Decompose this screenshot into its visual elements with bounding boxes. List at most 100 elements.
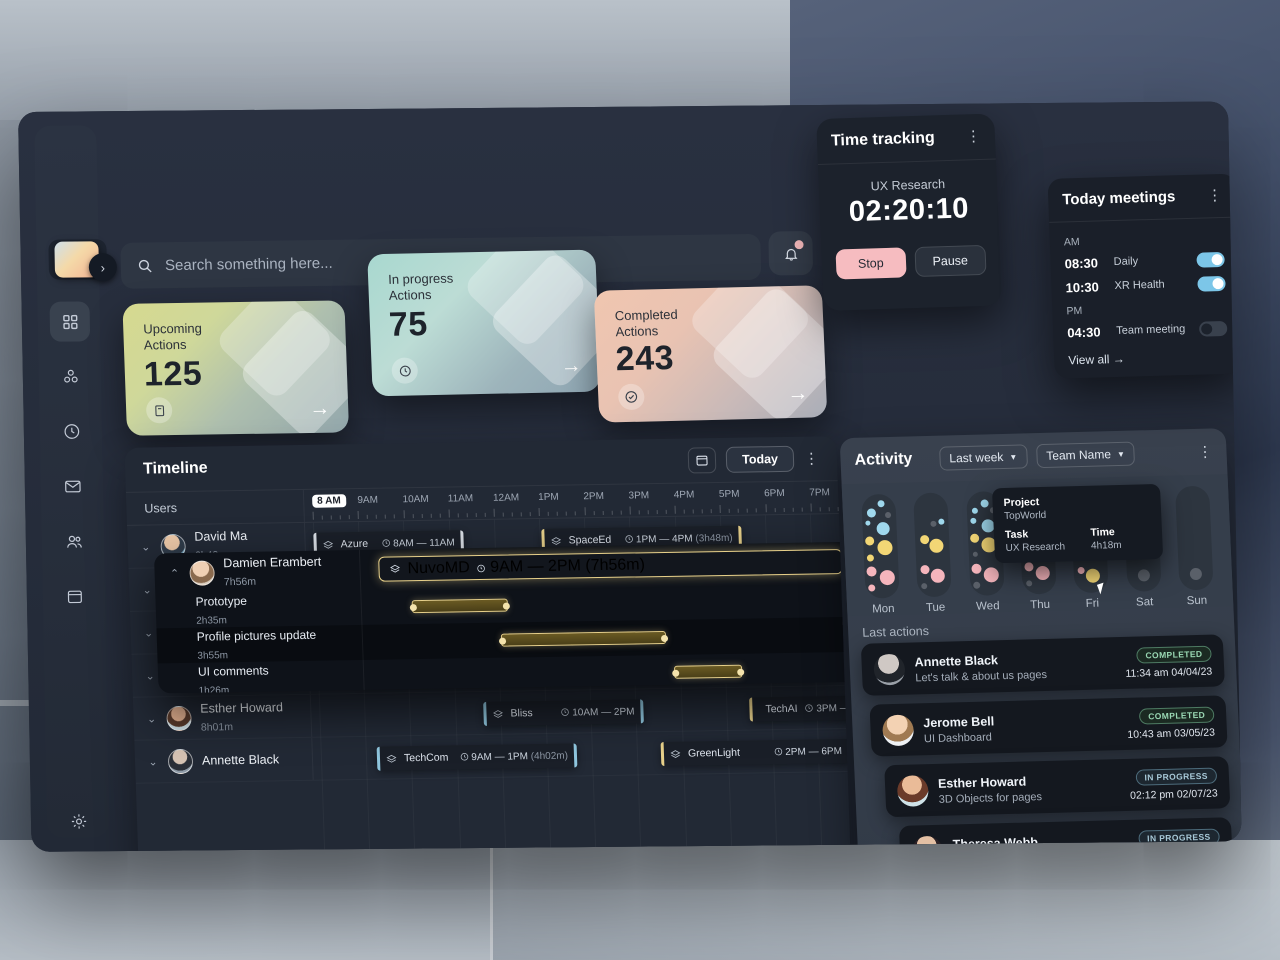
hour-label: 12AM	[492, 492, 520, 504]
timeline-expanded-card: ⌃ Damien Erambert 7h56m NuvoMD 9AM — 2PM…	[153, 541, 853, 694]
subtask-bar[interactable]	[672, 664, 745, 679]
chevron-down-icon[interactable]: ⌄	[147, 755, 159, 768]
stop-button[interactable]: Stop	[835, 247, 907, 280]
cubes-icon	[64, 369, 78, 383]
stat-card-upcoming[interactable]: Upcoming Actions 125 →	[122, 300, 350, 436]
stat-card-arrow[interactable]: →	[560, 354, 582, 378]
kebab-icon[interactable]: ⋮	[1207, 187, 1223, 204]
activity-list-item[interactable]: Jerome Bell UI Dashboard COMPLETED 10:43 am…	[869, 695, 1228, 757]
clock-icon	[382, 538, 390, 547]
meeting-toggle[interactable]	[1197, 275, 1226, 292]
activity-title: Activity	[854, 450, 913, 469]
activity-day-column[interactable]: Tue	[908, 492, 958, 614]
calendar-icon	[696, 455, 708, 466]
expanded-user[interactable]: ⌃ Damien Erambert 7h56m	[153, 550, 362, 594]
sidebar-expand-button[interactable]: ›	[88, 253, 118, 282]
chevron-down-icon[interactable]: ⌄	[142, 626, 154, 639]
status-badge: COMPLETED	[1138, 706, 1215, 725]
clock-icon	[624, 534, 633, 543]
meetings-section-label: AM	[1063, 235, 1080, 249]
chevron-down-icon[interactable]: ⌄	[139, 540, 151, 553]
activity-panel: Activity Last week ▼ Team Name ▼ ⋮ Project…	[839, 428, 1242, 852]
stat-card-arrow[interactable]: →	[309, 397, 331, 421]
sidebar-item-calendar[interactable]	[55, 576, 96, 616]
clock-icon	[460, 752, 468, 761]
time-tracking-panel: Time tracking ⋮ UX Research 02:20:10 Sto…	[816, 113, 1002, 311]
chevron-down-icon: ▼	[1116, 449, 1126, 459]
notifications-button[interactable]	[768, 231, 814, 276]
document-icon	[145, 397, 173, 424]
sidebar-item-settings[interactable]	[59, 801, 100, 841]
subtask-bar[interactable]	[498, 630, 669, 647]
sidebar-item-mail[interactable]	[53, 466, 94, 506]
stat-card-arrow[interactable]: →	[787, 382, 809, 406]
timeline-bar[interactable]: Bliss 10AM — 2PM	[483, 699, 644, 726]
sidebar-item-team[interactable]	[54, 521, 95, 561]
activity-team-filter[interactable]: Team Name ▼	[1035, 441, 1136, 469]
kebab-icon[interactable]: ⋮	[804, 450, 820, 467]
backdrop-panel-bottom-right	[490, 840, 1280, 960]
layers-icon	[323, 540, 334, 549]
kebab-icon[interactable]: ⋮	[966, 128, 982, 145]
timeline-bar[interactable]: TechCom 9AM — 1PM (4h02m)	[376, 743, 578, 771]
sidebar-item-dashboard[interactable]	[49, 301, 91, 342]
timeline-today-button[interactable]: Today	[725, 445, 795, 473]
activity-description: Let's talk & about us pages	[915, 668, 1048, 684]
timeline-bar[interactable]: GreenLight 2PM — 6PM	[660, 738, 852, 767]
stat-card-completed[interactable]: Completed Actions 243 →	[593, 285, 828, 423]
activity-dot	[938, 518, 945, 525]
activity-range-filter[interactable]: Last week ▼	[938, 444, 1028, 471]
clock-icon	[477, 564, 486, 572]
layers-icon	[390, 564, 400, 573]
activity-dot	[969, 517, 977, 524]
subtask-duration: 3h55m	[197, 649, 229, 662]
meeting-name: Team meeting	[1116, 323, 1186, 337]
pause-button[interactable]: Pause	[913, 244, 987, 278]
subtask-duration: 1h26m	[198, 684, 230, 694]
chevron-down-icon[interactable]: ⌄	[145, 712, 157, 725]
activity-dot	[921, 583, 928, 590]
meeting-row[interactable]: 10:30 XR Health	[1065, 271, 1226, 299]
activity-day-column[interactable]: Mon	[856, 493, 906, 616]
activity-chart: Project TopWorld Task UX Research Time 4…	[841, 474, 1234, 617]
bar-project: GreenLight	[687, 746, 741, 760]
activity-dot	[1035, 565, 1051, 581]
stat-card-value: 75	[388, 305, 429, 344]
mail-icon	[65, 480, 81, 493]
activity-day-column[interactable]: Sun	[1170, 485, 1220, 608]
backdrop-panel-top	[0, 0, 790, 120]
stat-card-in-progress[interactable]: In progress Actions 75 →	[367, 249, 601, 397]
bar-time: 3PM — 7PM (4h49m)	[804, 701, 853, 714]
bar-time: 2PM — 6PM	[773, 746, 842, 758]
tooltip-project-label: Project	[1003, 496, 1040, 510]
subtask-bar[interactable]	[409, 598, 510, 614]
timeline-bar[interactable]: TechAI 3PM — 7PM (4h49m)	[749, 694, 853, 722]
activity-dot	[885, 511, 892, 519]
sidebar-item-projects[interactable]	[50, 356, 91, 396]
meetings-view-all-link[interactable]: View all →	[1068, 352, 1125, 368]
meeting-toggle[interactable]	[1196, 251, 1225, 268]
status-badge: COMPLETED	[1136, 645, 1212, 664]
timeline-bar-nuvomd[interactable]: NuvoMD 9AM — 2PM (7h56m)	[378, 549, 843, 582]
chevron-down-icon[interactable]: ⌄	[144, 669, 156, 682]
activity-dot	[866, 508, 877, 518]
hour-label: 11AM	[447, 493, 474, 505]
activity-dot	[1189, 567, 1202, 581]
chevron-up-icon[interactable]: ⌃	[168, 566, 180, 580]
timeline-calendar-button[interactable]	[687, 447, 717, 474]
meeting-toggle[interactable]	[1198, 320, 1228, 337]
stat-card-label: In progress Actions	[387, 270, 454, 304]
user-name: Esther Howard	[199, 700, 284, 716]
activity-dot	[972, 551, 978, 557]
activity-list-item[interactable]: Esther Howard 3D Objects for pages IN PROG…	[884, 756, 1231, 818]
tooltip-time-value: 4h18m	[1090, 539, 1122, 552]
kebab-icon[interactable]: ⋮	[1197, 443, 1213, 460]
sidebar-item-time[interactable]	[51, 411, 92, 451]
bar-time: 9AM — 2PM (7h56m)	[476, 556, 645, 577]
bar-time: 9AM — 1PM (4h02m)	[459, 750, 568, 763]
activity-list-item[interactable]: Annette Black Let's talk & about us pages…	[860, 634, 1225, 696]
chevron-down-icon[interactable]: ⌄	[141, 583, 153, 596]
meeting-row[interactable]: 04:30 Team meeting	[1067, 316, 1228, 344]
activity-dot	[920, 564, 931, 575]
notification-dot	[794, 240, 804, 250]
